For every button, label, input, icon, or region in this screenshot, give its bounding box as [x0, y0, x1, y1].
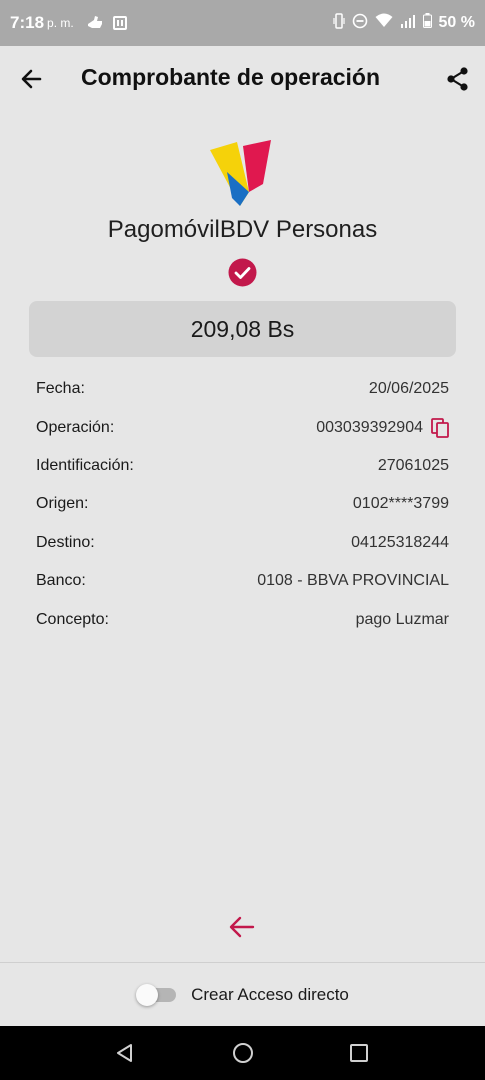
detail-label: Concepto: — [36, 610, 109, 628]
wifi-icon — [375, 13, 393, 33]
circle-home-icon — [233, 1043, 253, 1063]
battery-icon — [422, 13, 432, 33]
shortcut-toggle[interactable] — [136, 983, 177, 1006]
share-button[interactable] — [444, 65, 472, 93]
arrow-left-icon — [21, 69, 42, 89]
receipt-details: Fecha: 20/06/2025 Operación: 00303939290… — [36, 370, 449, 639]
detail-label: Origen: — [36, 495, 89, 513]
status-icons: 50 % — [332, 12, 475, 34]
shortcut-row: Crear Acceso directo — [0, 963, 485, 1026]
square-recents-icon — [350, 1044, 368, 1062]
detail-value: 20/06/2025 — [368, 380, 449, 398]
system-nav-bar — [0, 1026, 485, 1080]
detail-label: Operación: — [36, 418, 115, 436]
detail-value: 27061025 — [377, 456, 449, 474]
detail-row-identificacion: Identificación: 27061025 — [36, 447, 449, 485]
operation-number: 003039392904 — [316, 418, 423, 436]
detail-value: 0102****3799 — [352, 495, 449, 513]
toggle-thumb — [136, 983, 159, 1006]
detail-value: 0108 - BBVA PROVINCIAL — [257, 572, 449, 590]
arrow-left-icon — [229, 916, 255, 938]
detail-label: Destino: — [36, 533, 95, 551]
amount-value: 209,08 Bs — [190, 315, 295, 342]
share-icon — [447, 67, 468, 91]
detail-label: Identificación: — [36, 456, 134, 474]
detail-value: pago Luzmar — [355, 610, 449, 628]
amount-box: 209,08 Bs — [29, 301, 456, 357]
nav-home-button[interactable] — [231, 1041, 255, 1065]
service-name: PagomóvilBDV Personas — [107, 216, 378, 243]
note-icon — [112, 15, 128, 31]
detail-row-banco: Banco: 0108 - BBVA PROVINCIAL — [36, 562, 449, 600]
detail-row-concepto: Concepto: pago Luzmar — [36, 600, 449, 638]
detail-row-origen: Origen: 0102****3799 — [36, 485, 449, 523]
back-button[interactable] — [18, 65, 46, 93]
battery-percent: 50 % — [438, 14, 475, 31]
check-circle-icon — [228, 258, 257, 287]
app-bar: Comprobante de operación — [0, 46, 485, 112]
detail-row-operacion: Operación: 003039392904 — [36, 408, 449, 446]
status-bar: 7:18 p. m. 50 % — [0, 0, 485, 46]
detail-value: 04125318244 — [351, 533, 449, 551]
page-title: Comprobante de operación — [81, 64, 381, 90]
vibrate-icon — [332, 12, 345, 34]
detail-row-destino: Destino: 04125318244 — [36, 524, 449, 562]
detail-label: Banco: — [36, 572, 86, 590]
detail-value-with-copy: 003039392904 — [316, 417, 449, 438]
bdv-logo — [207, 140, 275, 208]
signal-icon — [400, 14, 416, 33]
bottom-back-button[interactable] — [228, 914, 256, 940]
detail-label: Fecha: — [36, 380, 85, 398]
nav-back-button[interactable] — [113, 1041, 137, 1065]
status-time: 7:18 — [10, 13, 45, 32]
status-time-suffix: p. m. — [47, 16, 74, 30]
shortcut-label: Crear Acceso directo — [191, 984, 349, 1004]
copy-icon[interactable] — [431, 417, 449, 438]
nav-recents-button[interactable] — [347, 1041, 371, 1065]
hand-icon — [86, 15, 104, 31]
do-not-disturb-icon — [352, 13, 368, 34]
triangle-back-icon — [117, 1044, 132, 1062]
detail-row-fecha: Fecha: 20/06/2025 — [36, 370, 449, 408]
